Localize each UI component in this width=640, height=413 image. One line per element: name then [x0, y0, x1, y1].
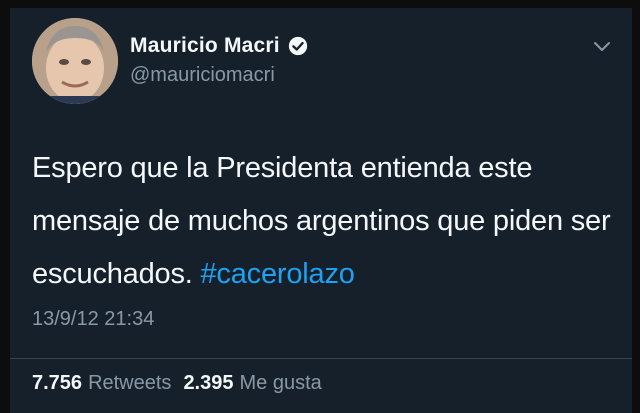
tweet-card: Mauricio Macri @mauriciomacri Espero que… [10, 8, 632, 413]
tweet-text: Espero que la Presidenta entienda este m… [32, 142, 622, 301]
retweets-count: 7.756 [32, 372, 83, 394]
likes-stat[interactable]: 2.395 Me gusta [183, 372, 321, 395]
divider [10, 358, 632, 359]
verified-badge-icon [288, 36, 308, 56]
hashtag-link[interactable]: #cacerolazo [201, 258, 355, 290]
retweets-stat[interactable]: 7.756 Retweets [32, 372, 171, 395]
name-row: Mauricio Macri [130, 34, 308, 58]
avatar[interactable] [32, 18, 118, 104]
display-name[interactable]: Mauricio Macri [130, 34, 280, 58]
chevron-down-icon[interactable] [592, 40, 612, 54]
likes-count: 2.395 [183, 372, 234, 394]
tweet-timestamp[interactable]: 13/9/12 21:34 [32, 308, 154, 331]
tweet-stats: 7.756 Retweets 2.395 Me gusta [32, 372, 322, 395]
profile-photo [32, 18, 118, 104]
retweets-label: Retweets [88, 372, 172, 394]
user-handle[interactable]: @mauriciomacri [130, 64, 275, 87]
likes-label: Me gusta [239, 372, 322, 394]
